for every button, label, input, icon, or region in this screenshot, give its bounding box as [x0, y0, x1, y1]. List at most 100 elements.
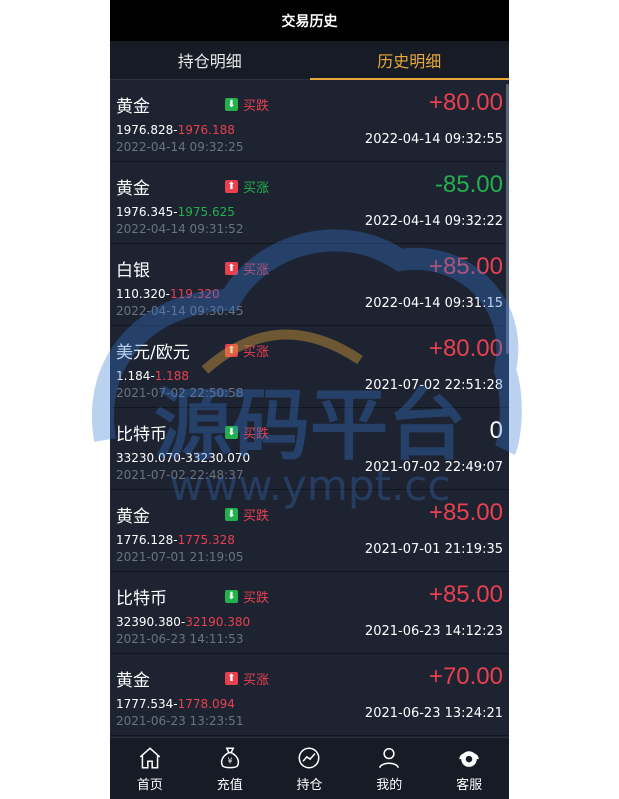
profit-amount: +70.00: [428, 663, 503, 690]
nav-service-label: 客服: [456, 777, 483, 793]
nav-recharge[interactable]: ¥ 充值: [190, 738, 270, 799]
nav-home-label: 首页: [136, 777, 163, 793]
close-time: 2022-04-14 09:31:15: [364, 296, 503, 311]
price-range: 1976.345-1975.625: [116, 205, 235, 219]
nav-positions-label: 持仓: [296, 777, 323, 793]
direction-badge: ⬇ 买跌: [225, 423, 269, 442]
history-row[interactable]: 黄金 ⬇ 买跌 1776.128-1775.328 2021-07-01 21:…: [110, 490, 509, 572]
direction-badge: ⬇ 买跌: [225, 587, 269, 606]
arrow-down-icon: ⬇: [225, 508, 238, 521]
open-time: 2021-06-23 14:11:53: [116, 632, 244, 646]
close-price: 1975.625: [177, 205, 235, 219]
arrow-down-icon: ⬇: [225, 426, 238, 439]
instrument-name: 黄金: [116, 179, 150, 199]
history-row[interactable]: 黄金 ⬆ 买涨 1777.534-1778.094 2021-06-23 13:…: [110, 654, 509, 736]
arrow-up-icon: ⬆: [225, 344, 238, 357]
close-price: 32190.380: [185, 615, 251, 629]
arrow-down-icon: ⬇: [225, 98, 238, 111]
nav-positions[interactable]: 持仓: [270, 738, 350, 799]
close-price: 119.320: [169, 287, 220, 301]
profit-amount: +85.00: [428, 253, 503, 280]
arrow-up-icon: ⬆: [225, 180, 238, 193]
direction-label: 买跌: [243, 509, 270, 524]
close-time: 2021-06-23 14:12:23: [364, 624, 503, 639]
nav-home[interactable]: 首页: [110, 738, 190, 799]
nav-recharge-label: 充值: [216, 777, 243, 793]
direction-label: 买涨: [243, 181, 270, 196]
close-price: 1976.188: [177, 123, 235, 137]
nav-mine[interactable]: 我的: [349, 738, 429, 799]
history-row[interactable]: 黄金 ⬆ 买涨 1976.345-1975.625 2022-04-14 09:…: [110, 162, 509, 244]
instrument-name: 黄金: [116, 507, 150, 527]
open-time: 2021-06-23 13:23:51: [116, 714, 244, 728]
direction-label: 买跌: [243, 99, 270, 114]
close-time: 2021-07-01 21:19:35: [364, 542, 503, 557]
nav-mine-label: 我的: [376, 777, 403, 793]
profit-amount: -85.00: [434, 171, 503, 198]
page-title-text: 交易历史: [281, 13, 338, 30]
scrollbar[interactable]: [506, 84, 509, 354]
open-price: 1776.128: [116, 533, 174, 547]
svg-text:¥: ¥: [227, 756, 232, 765]
tab-positions[interactable]: 持仓明细: [110, 41, 310, 80]
open-price: 32390.380: [116, 615, 181, 629]
direction-badge: ⬇ 买跌: [225, 505, 269, 524]
close-time: 2021-07-02 22:49:07: [364, 460, 503, 475]
open-time: 2021-07-02 22:50:58: [116, 386, 244, 400]
close-price: 33230.070: [185, 451, 251, 465]
history-row[interactable]: 比特币 ⬇ 买跌 33230.070-33230.070 2021-07-02 …: [110, 408, 509, 490]
history-row[interactable]: 黄金 ⬇ 买跌 1976.828-1976.188 2022-04-14 09:…: [110, 80, 509, 162]
history-list[interactable]: 黄金 ⬇ 买跌 1976.828-1976.188 2022-04-14 09:…: [110, 80, 509, 737]
price-range: 32390.380-32190.380: [116, 615, 250, 629]
home-icon: [139, 746, 161, 769]
open-time: 2022-04-14 09:31:52: [116, 222, 244, 236]
price-range: 1776.128-1775.328: [116, 533, 235, 547]
arrow-down-icon: ⬇: [225, 590, 238, 603]
close-time: 2021-07-02 22:51:28: [364, 378, 503, 393]
close-price: 1775.328: [177, 533, 235, 547]
direction-label: 买跌: [243, 591, 270, 606]
profit-amount: +80.00: [428, 335, 503, 362]
price-range: 110.320-119.320: [116, 287, 220, 301]
tab-history[interactable]: 历史明细: [309, 41, 509, 80]
direction-badge: ⬆ 买涨: [225, 177, 269, 196]
open-time: 2021-07-01 21:19:05: [116, 550, 244, 564]
tab-history-label: 历史明细: [377, 51, 442, 71]
history-row[interactable]: 白银 ⬆ 买涨 110.320-119.320 2022-04-14 09:30…: [110, 244, 509, 326]
nav-service[interactable]: 客服: [429, 738, 509, 799]
direction-badge: ⬇ 买跌: [225, 95, 269, 114]
tab-positions-label: 持仓明细: [177, 52, 242, 71]
profit-amount: +80.00: [428, 89, 503, 116]
instrument-name: 黄金: [116, 671, 150, 691]
history-row[interactable]: 比特币 ⬇ 买跌 32390.380-32190.380 2021-06-23 …: [110, 572, 509, 654]
price-range: 1976.828-1976.188: [116, 123, 235, 137]
instrument-name: 白银: [116, 261, 150, 281]
price-range: 33230.070-33230.070: [116, 451, 250, 465]
instrument-name: 美元/欧元: [116, 343, 190, 363]
user-icon: [379, 747, 400, 768]
close-time: 2021-06-23 13:24:21: [364, 706, 503, 721]
profit-amount: +85.00: [428, 499, 503, 526]
close-price: 1778.094: [177, 697, 235, 711]
phone-screen: 交易历史 持仓明细 历史明细 黄金 ⬇ 买跌 1976.828-1976.188…: [110, 0, 509, 799]
open-price: 1976.828: [116, 123, 174, 137]
money-bag-icon: ¥: [220, 746, 239, 768]
open-price: 110.320: [116, 287, 166, 301]
instrument-name: 比特币: [116, 425, 167, 445]
chart-icon: [298, 746, 320, 769]
direction-label: 买涨: [243, 673, 270, 688]
close-time: 2022-04-14 09:32:22: [364, 214, 503, 229]
close-time: 2022-04-14 09:32:55: [364, 132, 503, 147]
direction-label: 买跌: [243, 427, 270, 442]
open-price: 1.184: [116, 369, 151, 383]
profit-amount: 0: [489, 417, 503, 444]
page-title: 交易历史: [110, 0, 509, 41]
close-price: 1.188: [154, 369, 190, 383]
headset-icon: [459, 750, 479, 767]
direction-label: 买涨: [243, 345, 270, 360]
instrument-name: 黄金: [116, 97, 150, 117]
open-time: 2022-04-14 09:32:25: [116, 140, 244, 154]
instrument-name: 比特币: [116, 589, 167, 609]
history-row[interactable]: 美元/欧元 ⬆ 买涨 1.184-1.188 2021-07-02 22:50:…: [110, 326, 509, 408]
price-range: 1.184-1.188: [116, 369, 189, 383]
